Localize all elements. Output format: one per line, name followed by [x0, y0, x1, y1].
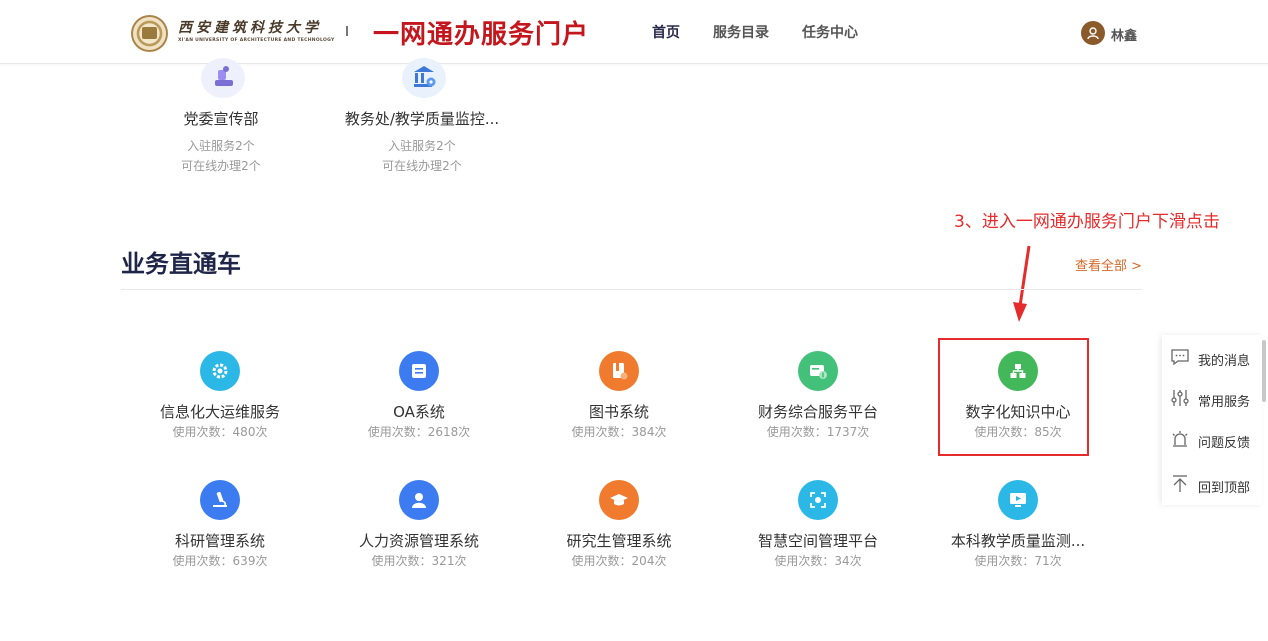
- float-label: 回到顶部: [1198, 481, 1251, 496]
- department-icon: [402, 58, 446, 98]
- service-name: 人力资源管理系统: [358, 532, 479, 550]
- department-services: 入驻服务2个: [187, 139, 255, 153]
- alarm-light-icon: [1172, 431, 1188, 447]
- service-tile-it-ops[interactable]: 信息化大运维服务 使用次数：480次: [120, 351, 320, 451]
- portal-title: 一网通办服务门户: [373, 20, 590, 50]
- service-tile-research[interactable]: 科研管理系统 使用次数：639次: [120, 480, 320, 580]
- service-usage-count: 使用次数：204次: [571, 554, 667, 568]
- service-tile-library[interactable]: 图书系统 使用次数：384次: [519, 351, 719, 451]
- service-usage-count: 使用次数：1737次: [766, 425, 870, 439]
- annotation-text: 3、进入一网通办服务门户下滑点击: [954, 212, 1220, 232]
- department-online: 可在线办理2个: [181, 159, 261, 173]
- logo-divider: [346, 26, 348, 36]
- service-name: 财务综合服务平台: [757, 403, 878, 421]
- service-usage-count: 使用次数：384次: [571, 425, 667, 439]
- finance-icon: [798, 351, 838, 391]
- service-usage-count: 使用次数：34次: [774, 554, 862, 568]
- service-tile-smart-space[interactable]: 智慧空间管理平台 使用次数：34次: [718, 480, 918, 580]
- float-label: 我的消息: [1198, 354, 1251, 369]
- space-icon: [798, 480, 838, 520]
- department-online: 可在线办理2个: [382, 159, 462, 173]
- gear-icon: [200, 351, 240, 391]
- microscope-icon: [200, 480, 240, 520]
- arrow-up-icon: [1173, 475, 1187, 492]
- sliders-icon: [1171, 390, 1189, 406]
- section-title: 业务直通车: [121, 250, 241, 278]
- service-tile-teaching-quality[interactable]: 本科教学质量监测... 使用次数：71次: [918, 480, 1118, 580]
- user-name[interactable]: 林鑫: [1111, 25, 1137, 44]
- person-icon: [399, 480, 439, 520]
- service-name: OA系统: [393, 403, 445, 421]
- document-icon: [399, 351, 439, 391]
- feedback-button[interactable]: 问题反馈: [1170, 425, 1262, 455]
- service-usage-count: 使用次数：321次: [371, 554, 467, 568]
- university-name-logo[interactable]: 西安建筑科技大学: [178, 17, 322, 37]
- top-header: 西安建筑科技大学 XI'AN UNIVERSITY OF ARCHITECTUR…: [0, 0, 1268, 64]
- annotation-arrow-icon: [1013, 245, 1031, 322]
- service-name: 信息化大运维服务: [159, 403, 280, 421]
- back-to-top-button[interactable]: 回到顶部: [1170, 470, 1262, 500]
- service-usage-count: 使用次数：71次: [974, 554, 1062, 568]
- book-icon: [599, 351, 639, 391]
- service-name: 图书系统: [588, 403, 649, 421]
- common-services-button[interactable]: 常用服务: [1170, 384, 1262, 414]
- service-tile-finance[interactable]: 财务综合服务平台 使用次数：1737次: [718, 351, 918, 451]
- view-all-link[interactable]: 查看全部 >: [1075, 255, 1142, 274]
- message-icon: [1171, 349, 1189, 366]
- user-avatar-icon[interactable]: [1081, 21, 1105, 45]
- nav-home[interactable]: 首页: [652, 22, 680, 42]
- service-usage-count: 使用次数：2618次: [367, 425, 471, 439]
- service-name: 科研管理系统: [174, 532, 265, 550]
- service-usage-count: 使用次数：480次: [172, 425, 268, 439]
- nav-task-center[interactable]: 任务中心: [802, 22, 858, 42]
- float-label: 问题反馈: [1198, 436, 1251, 451]
- service-tile-oa[interactable]: OA系统 使用次数：2618次: [319, 351, 519, 451]
- annotation-highlight-box: [938, 338, 1089, 456]
- graduation-cap-icon: [599, 480, 639, 520]
- service-name: 智慧空间管理平台: [757, 532, 878, 550]
- nav-service-catalog[interactable]: 服务目录: [713, 22, 769, 42]
- department-icon: [201, 58, 245, 98]
- my-messages-button[interactable]: 我的消息: [1170, 343, 1262, 373]
- service-tile-graduate[interactable]: 研究生管理系统 使用次数：204次: [519, 480, 719, 580]
- department-services: 入驻服务2个: [388, 139, 456, 153]
- service-name: 本科教学质量监测...: [950, 532, 1086, 550]
- service-usage-count: 使用次数：639次: [172, 554, 268, 568]
- department-name: 党委宣传部: [183, 110, 259, 128]
- university-english-name: XI'AN UNIVERSITY OF ARCHITECTURE AND TEC…: [178, 38, 335, 43]
- section-divider: [121, 289, 1142, 290]
- service-name: 研究生管理系统: [566, 532, 672, 550]
- float-label: 常用服务: [1198, 395, 1251, 410]
- department-name: 教务处/教学质量监控...: [344, 110, 500, 128]
- vertical-scrollbar[interactable]: [1262, 340, 1266, 402]
- monitor-icon: [998, 480, 1038, 520]
- service-tile-hr[interactable]: 人力资源管理系统 使用次数：321次: [319, 480, 519, 580]
- floating-toolbar: 我的消息 常用服务 问题反馈 回到顶部: [1162, 335, 1262, 505]
- university-seal-logo[interactable]: [131, 15, 168, 52]
